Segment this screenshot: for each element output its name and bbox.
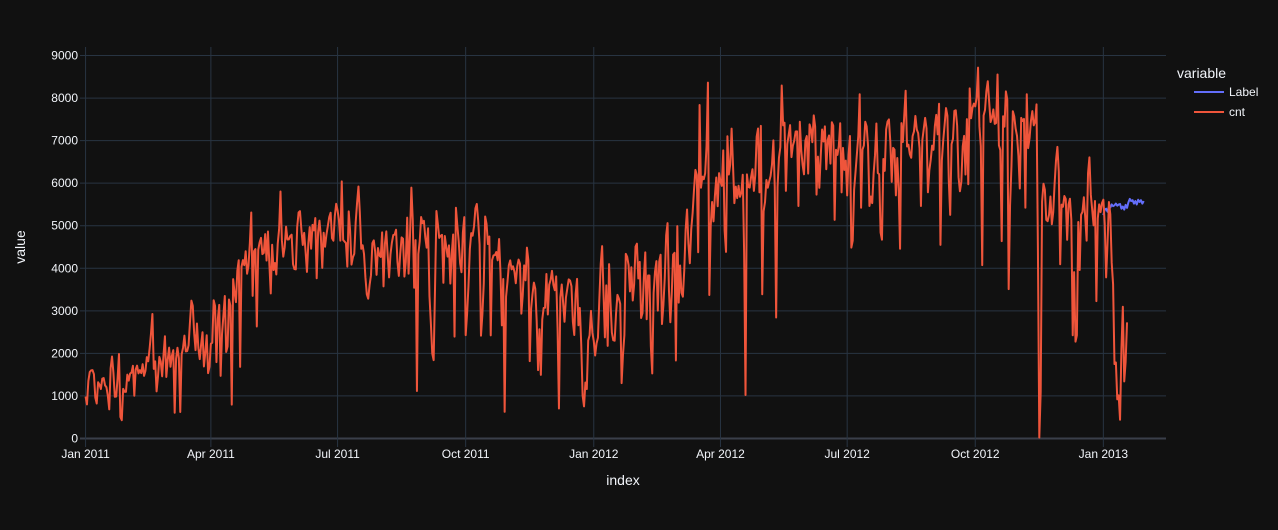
y-axis-title: value — [12, 230, 28, 264]
series-layer[interactable] — [84, 66, 1145, 439]
legend: variable Label cnt — [1177, 65, 1258, 119]
y-tick-label: 4000 — [51, 261, 78, 275]
chart-root: 0 1000 2000 3000 4000 5000 6000 7000 8000 9000 Ja… — [0, 0, 1278, 525]
y-tick-label: 7000 — [51, 134, 78, 148]
x-tick-label: Oct 2012 — [951, 447, 1000, 461]
y-tick-label: 8000 — [51, 91, 78, 105]
x-tick-label: Apr 2012 — [696, 447, 745, 461]
y-tick-label: 1000 — [51, 389, 78, 403]
x-tick-label: Jan 2011 — [61, 447, 110, 461]
legend-title: variable — [1177, 65, 1226, 81]
x-tick-label: Oct 2011 — [442, 447, 490, 461]
x-tick-label: Jul 2012 — [824, 447, 870, 461]
x-tick-label: Apr 2011 — [187, 447, 235, 461]
x-axis-title: index — [606, 472, 639, 488]
x-tick-label: Jan 2013 — [1079, 447, 1129, 461]
x-tick-label: Jan 2012 — [569, 447, 619, 461]
y-tick-label: 0 — [71, 431, 78, 445]
series-line-cnt[interactable] — [84, 66, 1129, 439]
x-axis: Jan 2011 Apr 2011 Jul 2011 Oct 2011 Jan 2012… — [61, 447, 1128, 461]
legend-label-cnt[interactable]: cnt — [1229, 105, 1246, 119]
legend-label-label[interactable]: Label — [1229, 85, 1258, 99]
grid-layer — [80, 47, 1166, 447]
y-tick-label: 5000 — [51, 219, 78, 233]
y-axis: 0 1000 2000 3000 4000 5000 6000 7000 8000 9000 — [51, 49, 78, 446]
y-tick-label: 2000 — [51, 346, 78, 360]
y-tick-label: 3000 — [51, 304, 78, 318]
y-tick-label: 6000 — [51, 176, 78, 190]
line-chart: 0 1000 2000 3000 4000 5000 6000 7000 8000 9000 Ja… — [12, 47, 1258, 488]
x-tick-label: Jul 2011 — [315, 447, 360, 461]
y-tick-label: 9000 — [51, 49, 78, 63]
